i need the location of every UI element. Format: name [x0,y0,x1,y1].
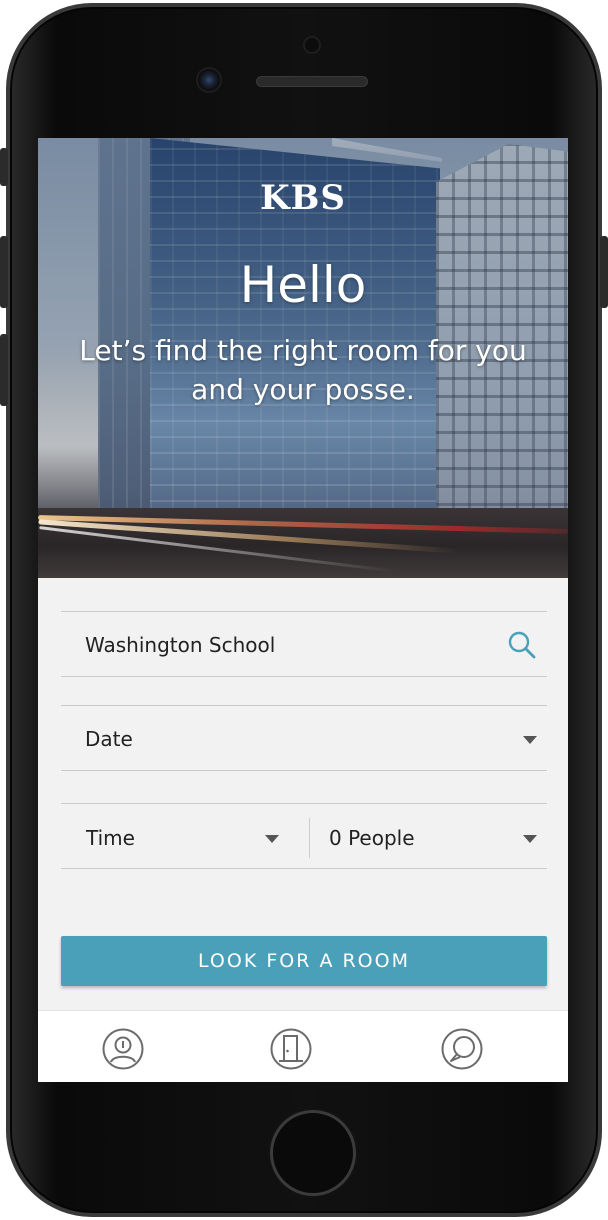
earpiece-speaker [256,76,368,87]
hero-banner: KBS Hello Let’s find the right room for … [38,138,568,578]
time-select[interactable]: Time [61,804,309,870]
chevron-down-icon [265,835,279,843]
power-button [600,236,608,308]
look-for-room-button[interactable]: LOOK FOR A ROOM [61,936,547,986]
location-input-value[interactable]: Washington School [85,633,275,657]
people-select[interactable]: 0 People [310,804,547,870]
hero-title: Hello [239,256,367,314]
profile-icon[interactable] [101,1027,145,1071]
date-select[interactable]: Date [61,705,547,771]
chevron-down-icon [523,736,537,744]
people-select-label: 0 People [329,826,415,850]
volume-down-button [0,334,8,406]
proximity-sensor [303,36,321,54]
volume-up-button [0,236,8,308]
home-button[interactable] [270,1110,356,1196]
front-camera [196,67,222,93]
time-people-row: Time 0 People [61,803,547,869]
mute-switch [0,148,8,186]
chevron-down-icon [523,835,537,843]
time-select-label: Time [86,826,135,850]
app-screen: KBS Hello Let’s find the right room for … [38,138,568,1082]
kbs-logo: KBS [260,178,346,218]
search-icon[interactable] [507,630,537,660]
search-chat-icon[interactable] [440,1027,484,1071]
date-select-label: Date [85,727,133,751]
hero-subtitle: Let’s find the right room for you and yo… [79,334,527,406]
door-icon[interactable] [269,1027,313,1071]
location-search-field[interactable]: Washington School [61,611,547,677]
bottom-tab-bar [38,1010,568,1082]
